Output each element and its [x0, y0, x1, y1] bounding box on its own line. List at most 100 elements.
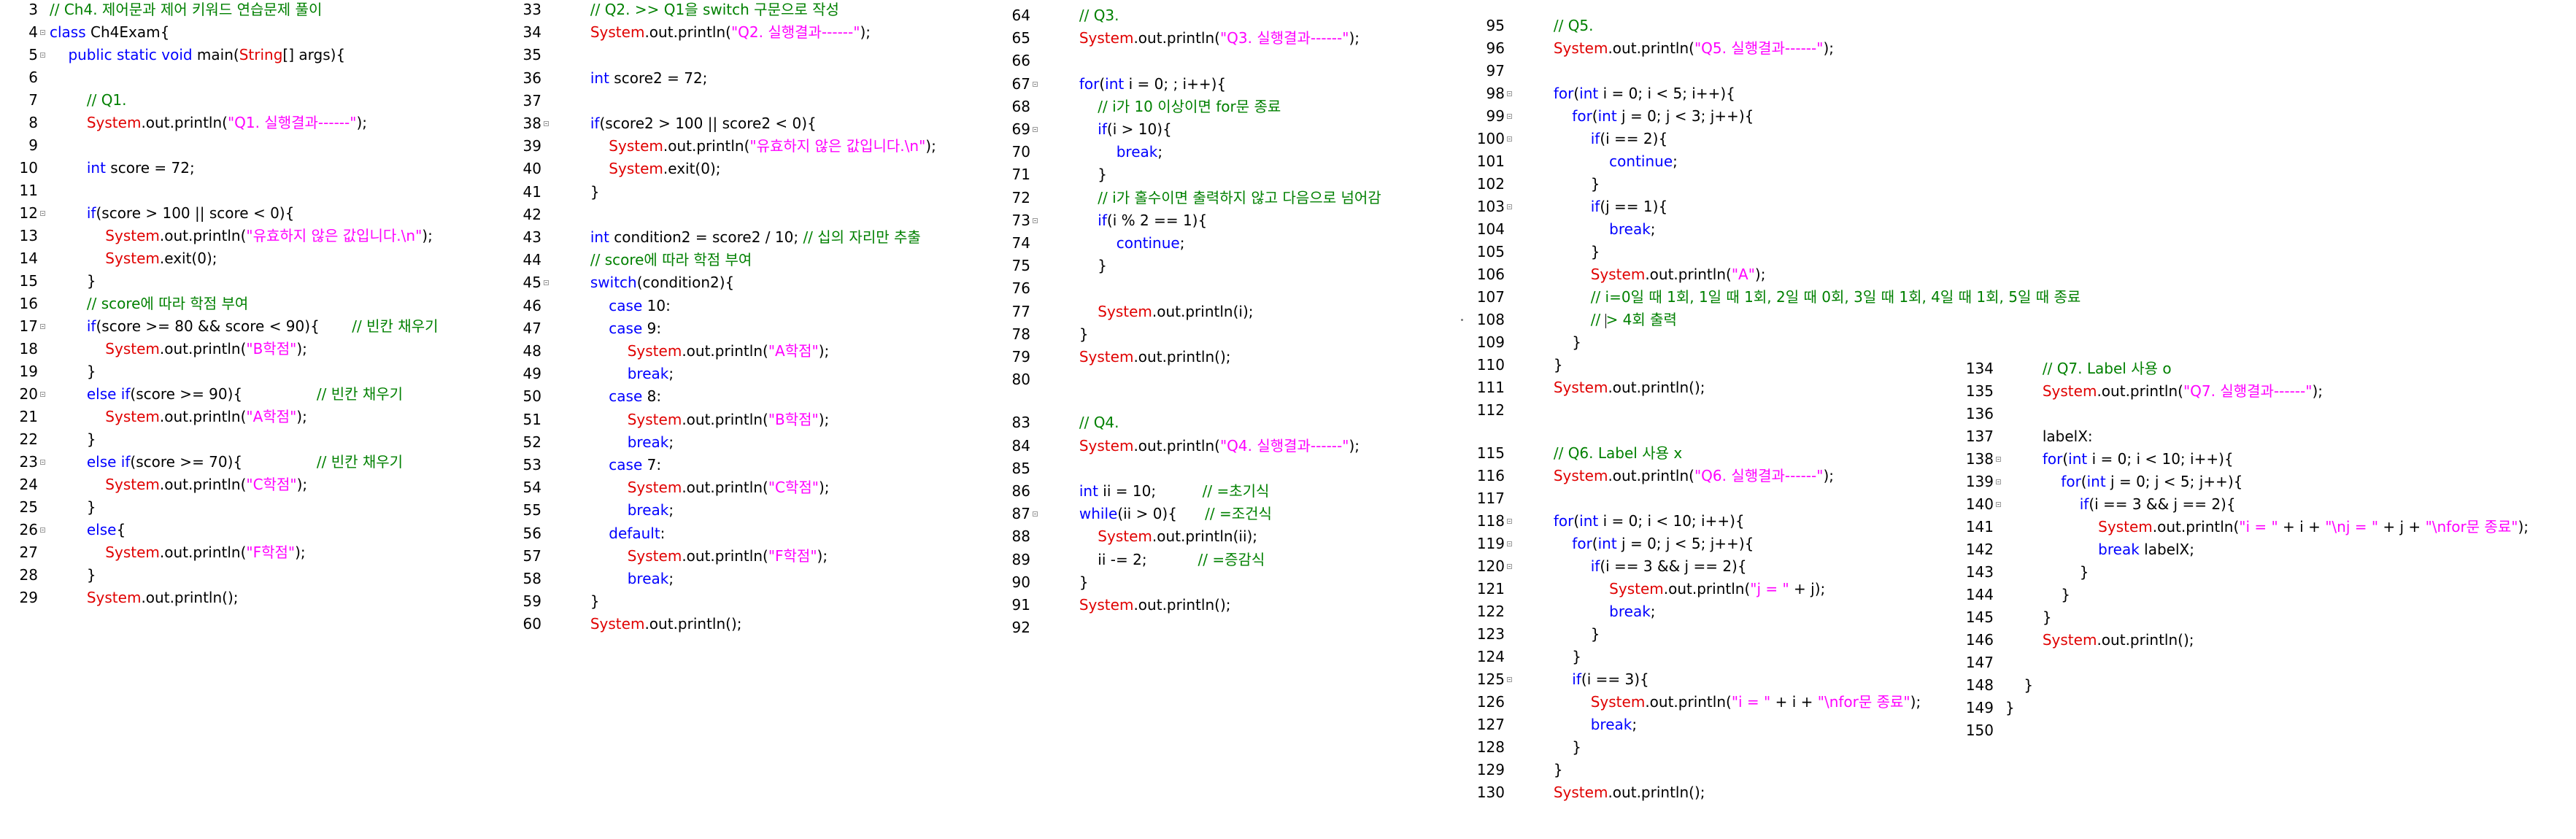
code-line[interactable]: 19 }	[0, 360, 511, 383]
code-line[interactable]	[992, 391, 1467, 414]
code-line[interactable]: 64 // Q3.	[992, 4, 1467, 27]
code-line[interactable]: 57 System.out.println("F학점");	[504, 545, 985, 568]
code-line[interactable]: 22 }	[0, 428, 511, 451]
fold-toggle-icon[interactable]	[40, 30, 45, 35]
code-line[interactable]: 77 System.out.println(i);	[992, 301, 1467, 323]
code-line[interactable]: 104 break;	[1467, 218, 1978, 241]
code-line[interactable]: 129 }	[1467, 759, 1978, 781]
code-line[interactable]: 29 System.out.println();	[0, 587, 511, 609]
code-line[interactable]: 118 for(int i = 0; i < 10; i++){	[1467, 510, 1978, 533]
code-line[interactable]: 49 break;	[504, 363, 985, 385]
fold-toggle-icon[interactable]	[1996, 457, 2001, 462]
code-line[interactable]: 109 }	[1467, 331, 1978, 354]
code-line[interactable]: 149}	[1956, 697, 2576, 719]
code-line[interactable]: 122 break;	[1467, 600, 1978, 623]
code-line[interactable]: 33 // Q2. >> Q1을 switch 구문으로 작성	[504, 0, 985, 21]
code-line[interactable]: 140 if(i == 3 && j == 2){	[1956, 493, 2576, 516]
code-line[interactable]: 80	[992, 368, 1467, 391]
code-line[interactable]: 79 System.out.println();	[992, 346, 1467, 368]
code-line[interactable]: 60 System.out.println();	[504, 613, 985, 635]
code-line[interactable]: 106 System.out.println("A");	[1467, 263, 1978, 286]
code-line[interactable]: 87 while(ii > 0){ // =조건식	[992, 503, 1467, 525]
fold-toggle-icon[interactable]	[1507, 519, 1512, 524]
code-line[interactable]: 124 }	[1467, 646, 1978, 668]
code-line[interactable]: 102 }	[1467, 173, 1978, 196]
code-line[interactable]: 35	[504, 44, 985, 66]
code-line[interactable]: 90 }	[992, 571, 1467, 594]
code-line[interactable]: 53 case 7:	[504, 454, 985, 476]
code-line[interactable]: 43 int condition2 = score2 / 10; // 십의 자…	[504, 226, 985, 249]
code-line[interactable]: 92	[992, 616, 1467, 639]
code-line[interactable]: 86 int ii = 10; // =초기식	[992, 480, 1467, 503]
code-line[interactable]: 20 else if(score >= 90){ // 빈칸 채우기	[0, 383, 511, 406]
code-line[interactable]: 9	[0, 134, 511, 157]
fold-toggle-icon[interactable]	[1033, 127, 1038, 132]
code-line[interactable]: 11	[0, 179, 511, 202]
code-line[interactable]: 143 }	[1956, 561, 2576, 584]
code-line[interactable]: 126 System.out.println("i = " + i + "\nf…	[1467, 691, 1978, 714]
code-line[interactable]: 47 case 9:	[504, 317, 985, 340]
code-line[interactable]: 130 System.out.println();	[1467, 781, 1978, 804]
code-line[interactable]: 141 System.out.println("i = " + i + "\nj…	[1956, 516, 2576, 538]
code-line[interactable]: 41 }	[504, 181, 985, 204]
fold-toggle-icon[interactable]	[1507, 114, 1512, 119]
code-line[interactable]: 146 System.out.println();	[1956, 629, 2576, 652]
code-line[interactable]: 127 break;	[1467, 714, 1978, 736]
fold-toggle-icon[interactable]	[40, 324, 45, 329]
fold-toggle-icon[interactable]	[1996, 502, 2001, 507]
code-line[interactable]: 12 if(score > 100 || score < 0){	[0, 202, 511, 225]
code-line[interactable]: 136	[1956, 403, 2576, 425]
fold-toggle-icon[interactable]	[40, 392, 45, 397]
code-line[interactable]: 6	[0, 66, 511, 89]
fold-toggle-icon[interactable]	[40, 211, 45, 216]
code-line[interactable]: 26 else{	[0, 519, 511, 541]
code-line[interactable]: 125 if(i == 3){	[1467, 668, 1978, 691]
code-line[interactable]: 65 System.out.println("Q3. 실행결과------");	[992, 27, 1467, 50]
code-line[interactable]: 150	[1956, 719, 2576, 742]
code-line[interactable]: 78 }	[992, 323, 1467, 346]
fold-toggle-icon[interactable]	[40, 53, 45, 58]
fold-toggle-icon[interactable]	[1507, 91, 1512, 96]
code-line[interactable]: 52 break;	[504, 431, 985, 454]
code-line[interactable]: 46 case 10:	[504, 295, 985, 317]
fold-toggle-icon[interactable]	[1033, 217, 1038, 223]
fold-toggle-icon[interactable]	[1033, 511, 1038, 517]
code-line[interactable]: 98 for(int i = 0; i < 5; i++){	[1467, 82, 1978, 105]
fold-toggle-icon[interactable]	[40, 460, 45, 465]
fold-toggle-icon[interactable]	[1507, 541, 1512, 546]
code-line[interactable]: 138 for(int i = 0; i < 10; i++){	[1956, 448, 2576, 471]
fold-toggle-icon[interactable]	[544, 121, 549, 126]
code-line[interactable]: 37	[504, 90, 985, 112]
code-line[interactable]: 116 System.out.println("Q6. 실행결과------")…	[1467, 465, 1978, 487]
code-line[interactable]: 144 }	[1956, 584, 2576, 606]
code-line[interactable]: 83 // Q4.	[992, 411, 1467, 434]
code-line[interactable]: 108 // > 4회 출력	[1461, 309, 1978, 331]
code-line[interactable]: 112	[1467, 399, 1978, 422]
code-line[interactable]: 4 class Ch4Exam{	[0, 21, 511, 44]
code-line[interactable]: 107 // i=0일 때 1회, 1일 때 1회, 2일 때 0회, 3일 때…	[1467, 286, 2081, 309]
code-line[interactable]: 148 }	[1956, 674, 2576, 697]
code-line[interactable]: 134 // Q7. Label 사용 o	[1956, 357, 2576, 380]
code-line[interactable]: 34 System.out.println("Q2. 실행결과------");	[504, 21, 985, 44]
code-line[interactable]: 96 System.out.println("Q5. 실행결과------");	[1467, 37, 1978, 60]
code-line[interactable]: 67 for(int i = 0; ; i++){	[992, 73, 1467, 96]
code-line[interactable]: 69 if(i > 10){	[992, 118, 1467, 141]
code-line[interactable]: 3 // Ch4. 제어문과 제어 키워드 연습문제 풀이	[0, 0, 511, 21]
code-line[interactable]: 39 System.out.println("유효하지 않은 값입니다.\n")…	[504, 135, 985, 158]
fold-toggle-icon[interactable]	[40, 527, 45, 533]
code-line[interactable]: 66	[992, 50, 1467, 72]
code-line[interactable]	[1467, 422, 1978, 444]
code-line[interactable]: 121 System.out.println("j = " + j);	[1467, 578, 1978, 600]
code-line[interactable]: 71 }	[992, 163, 1467, 186]
code-line[interactable]: 105 }	[1467, 241, 1978, 263]
code-line[interactable]: 120 if(i == 3 && j == 2){	[1467, 555, 1978, 578]
code-line[interactable]: 50 case 8:	[504, 385, 985, 408]
code-line[interactable]: 110 }	[1467, 354, 1978, 376]
fold-toggle-icon[interactable]	[1507, 204, 1512, 209]
code-line[interactable]: 84 System.out.println("Q4. 실행결과------");	[992, 435, 1467, 457]
code-line[interactable]: 13 System.out.println("유효하지 않은 값입니다.\n")…	[0, 225, 511, 247]
code-line[interactable]: 100 if(i == 2){	[1467, 128, 1978, 150]
code-line[interactable]: 5 public static void main(String[] args)…	[0, 44, 511, 66]
code-line[interactable]: 8 System.out.println("Q1. 실행결과------");	[0, 112, 511, 134]
code-line[interactable]: 38 if(score2 > 100 || score2 < 0){	[504, 112, 985, 135]
